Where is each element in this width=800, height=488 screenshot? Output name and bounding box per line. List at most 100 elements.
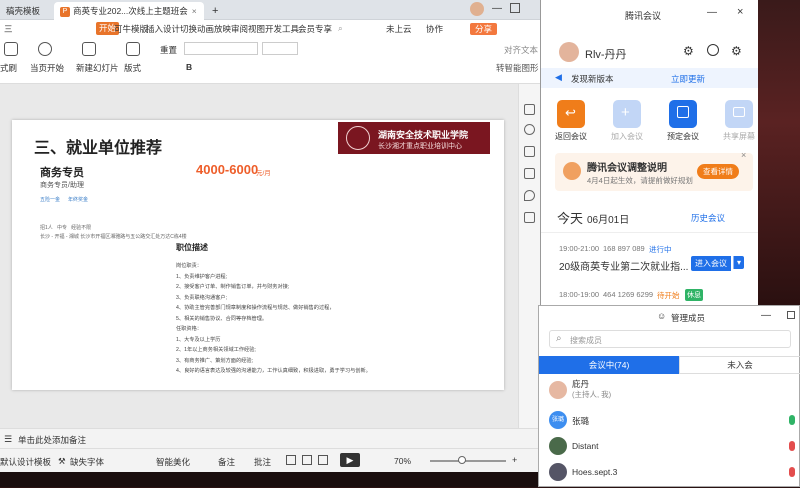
play-from-current-button[interactable]: 当页开始 bbox=[30, 62, 64, 74]
menu-transition[interactable]: 切换 bbox=[180, 23, 197, 35]
minimize-icon[interactable]: — bbox=[492, 3, 502, 14]
notice-card[interactable]: 腾讯会议调整说明 4月4日起生效，请提前做好规划 查看详情 × bbox=[555, 150, 753, 191]
update-now-link[interactable]: 立即更新 bbox=[671, 73, 705, 85]
enter-meeting-button[interactable]: 进入会议 bbox=[691, 256, 731, 271]
member-row[interactable]: Distant bbox=[539, 434, 800, 458]
member-row[interactable]: 张璐 张璐 bbox=[539, 408, 800, 432]
zoom-slider[interactable] bbox=[430, 456, 506, 464]
tab-in-meeting[interactable]: 会议中(74) bbox=[539, 356, 679, 374]
member-row[interactable]: Hoes.sept.3 bbox=[539, 460, 800, 484]
menu-slideshow[interactable]: 放映 bbox=[214, 23, 231, 35]
menu-animation[interactable]: 动画 bbox=[197, 23, 214, 35]
reading-view-icon[interactable] bbox=[318, 455, 328, 465]
play-slideshow-button[interactable]: ▶ bbox=[340, 453, 360, 467]
layout-button[interactable]: 版式 bbox=[124, 62, 141, 74]
grid-icon[interactable] bbox=[524, 168, 535, 179]
member-row[interactable]: 庇丹 (主持人, 我) bbox=[539, 378, 800, 402]
minimize-icon[interactable]: — bbox=[707, 7, 717, 18]
tab-current-doc[interactable]: P 商英专业202...次线上主题班会 × bbox=[54, 2, 204, 20]
close-icon[interactable]: × bbox=[741, 150, 746, 160]
settings-gear-icon[interactable]: ⚙ bbox=[683, 44, 694, 58]
user-name[interactable]: Rlv-丹丹 bbox=[585, 46, 627, 62]
mic-icon[interactable] bbox=[789, 415, 795, 425]
notes-button[interactable]: 备注 bbox=[218, 456, 235, 468]
play-icon[interactable] bbox=[38, 42, 52, 56]
beautify-button[interactable]: 智能美化 bbox=[156, 456, 190, 468]
minimize-icon[interactable]: — bbox=[761, 310, 771, 321]
map-icon[interactable] bbox=[524, 212, 535, 223]
share-screen-button[interactable] bbox=[725, 100, 753, 128]
schedule-meeting-button[interactable] bbox=[669, 100, 697, 128]
return-meeting-button[interactable]: ↩ bbox=[557, 100, 585, 128]
meeting-row[interactable]: 19:00-21:00 168 897 089 进行中 20级商英专业第二次就业… bbox=[541, 238, 759, 278]
notes-placeholder[interactable]: 单击此处添加备注 bbox=[18, 434, 86, 446]
align-text-button[interactable]: 对齐文本 bbox=[504, 44, 538, 56]
meeting-row[interactable]: 18:00-19:00 464 1269 6299 待开始 休息 bbox=[541, 284, 759, 304]
collab-button[interactable]: 协作 bbox=[426, 23, 443, 35]
mic-icon[interactable] bbox=[789, 441, 795, 451]
tab-template[interactable]: 稿壳模板 bbox=[0, 2, 52, 20]
close-icon[interactable]: × bbox=[737, 6, 743, 18]
job-meta: 招1人 中专 经验不限 bbox=[40, 225, 92, 231]
menu-view[interactable]: 视图 bbox=[248, 23, 265, 35]
menu-keniu[interactable]: 可牛模版 bbox=[114, 23, 148, 35]
new-slide-button[interactable]: 新建幻灯片 bbox=[76, 62, 119, 74]
slide[interactable]: 三、就业单位推荐 湖南安全技术职业学院 长沙湘才重点职业培训中心 商务专员 商务… bbox=[12, 120, 504, 390]
menu-review[interactable]: 审阅 bbox=[231, 23, 248, 35]
description-line: 2、接受客户订单、制作销售订单，并与财务对接; bbox=[176, 284, 290, 290]
location-icon[interactable] bbox=[524, 190, 535, 201]
gear-icon[interactable]: ⚙ bbox=[731, 44, 742, 58]
design-template-label[interactable]: 默认设计模板 bbox=[0, 456, 51, 468]
convert-smartart-button[interactable]: 转智能图形 bbox=[496, 62, 539, 74]
member-search-input[interactable]: ⌕ 搜索成员 bbox=[549, 330, 791, 348]
avatar bbox=[549, 463, 567, 481]
comment-button[interactable]: 批注 bbox=[254, 456, 271, 468]
printer-icon[interactable] bbox=[4, 42, 18, 56]
close-icon[interactable]: × bbox=[192, 6, 197, 16]
avatar[interactable] bbox=[559, 42, 579, 62]
avatar[interactable] bbox=[470, 2, 484, 16]
search-icon[interactable]: ⌕ bbox=[338, 23, 343, 34]
description-line: 2、1年以上商务相关领域工作经验; bbox=[176, 347, 256, 353]
new-slide-icon[interactable] bbox=[82, 42, 96, 56]
cloud-status[interactable]: 未上云 bbox=[386, 23, 412, 35]
maximize-icon[interactable] bbox=[510, 3, 520, 13]
normal-view-icon[interactable] bbox=[286, 455, 296, 465]
font-size-select[interactable] bbox=[262, 42, 298, 55]
share-button[interactable]: 分享 bbox=[470, 23, 498, 35]
menu-file[interactable]: 文件 bbox=[14, 23, 31, 35]
menu-hamburger[interactable]: 三 bbox=[4, 23, 13, 35]
history-meeting-link[interactable]: 历史会议 bbox=[691, 212, 725, 224]
missing-font-button[interactable]: 缺失字体 bbox=[70, 456, 104, 468]
copy-icon[interactable] bbox=[524, 146, 535, 157]
bold-button[interactable]: B bbox=[186, 62, 192, 72]
zoom-level[interactable]: 70% bbox=[394, 456, 411, 466]
settings-icon[interactable] bbox=[524, 104, 535, 115]
members-title: 管理成员 bbox=[671, 313, 706, 323]
maximize-icon[interactable] bbox=[787, 311, 795, 319]
join-meeting-button[interactable]: + bbox=[613, 100, 641, 128]
menu-member[interactable]: 会员专享 bbox=[298, 23, 332, 35]
people-icon: ☺ bbox=[657, 311, 667, 321]
mic-icon[interactable] bbox=[789, 467, 795, 477]
layout-icon[interactable] bbox=[126, 42, 140, 56]
job-subtitle: 商务专员/助理 bbox=[40, 182, 84, 189]
zoom-in-icon[interactable]: + bbox=[512, 455, 517, 465]
status-bar: ☰ 单击此处添加备注 bbox=[0, 428, 540, 448]
new-tab-button[interactable]: + bbox=[206, 2, 222, 20]
tab-not-joined[interactable]: 未入会 bbox=[679, 356, 800, 374]
reset-button[interactable]: 重置 bbox=[160, 44, 177, 56]
font-family-select[interactable] bbox=[184, 42, 258, 55]
notice-detail-button[interactable]: 查看详情 bbox=[697, 164, 739, 179]
menu-developer[interactable]: 开发工具 bbox=[265, 23, 299, 35]
menu-insert[interactable]: 插入 bbox=[146, 23, 163, 35]
qa-label: 返回会议 bbox=[555, 132, 587, 141]
menu-design[interactable]: 设计 bbox=[163, 23, 180, 35]
sorter-view-icon[interactable] bbox=[302, 455, 312, 465]
animation-icon[interactable] bbox=[524, 124, 535, 135]
chevron-down-icon[interactable]: ▾ bbox=[733, 256, 745, 269]
format-brush-label[interactable]: 式刷 bbox=[0, 62, 17, 74]
message-icon[interactable] bbox=[707, 44, 719, 56]
tencent-meeting-window: 腾讯会议 — × Rlv-丹丹 ⚙ ⚙ ◀ 发现新版本 立即更新 ↩ 返回会议 … bbox=[540, 0, 759, 305]
zoom-slider-thumb[interactable] bbox=[458, 456, 466, 464]
